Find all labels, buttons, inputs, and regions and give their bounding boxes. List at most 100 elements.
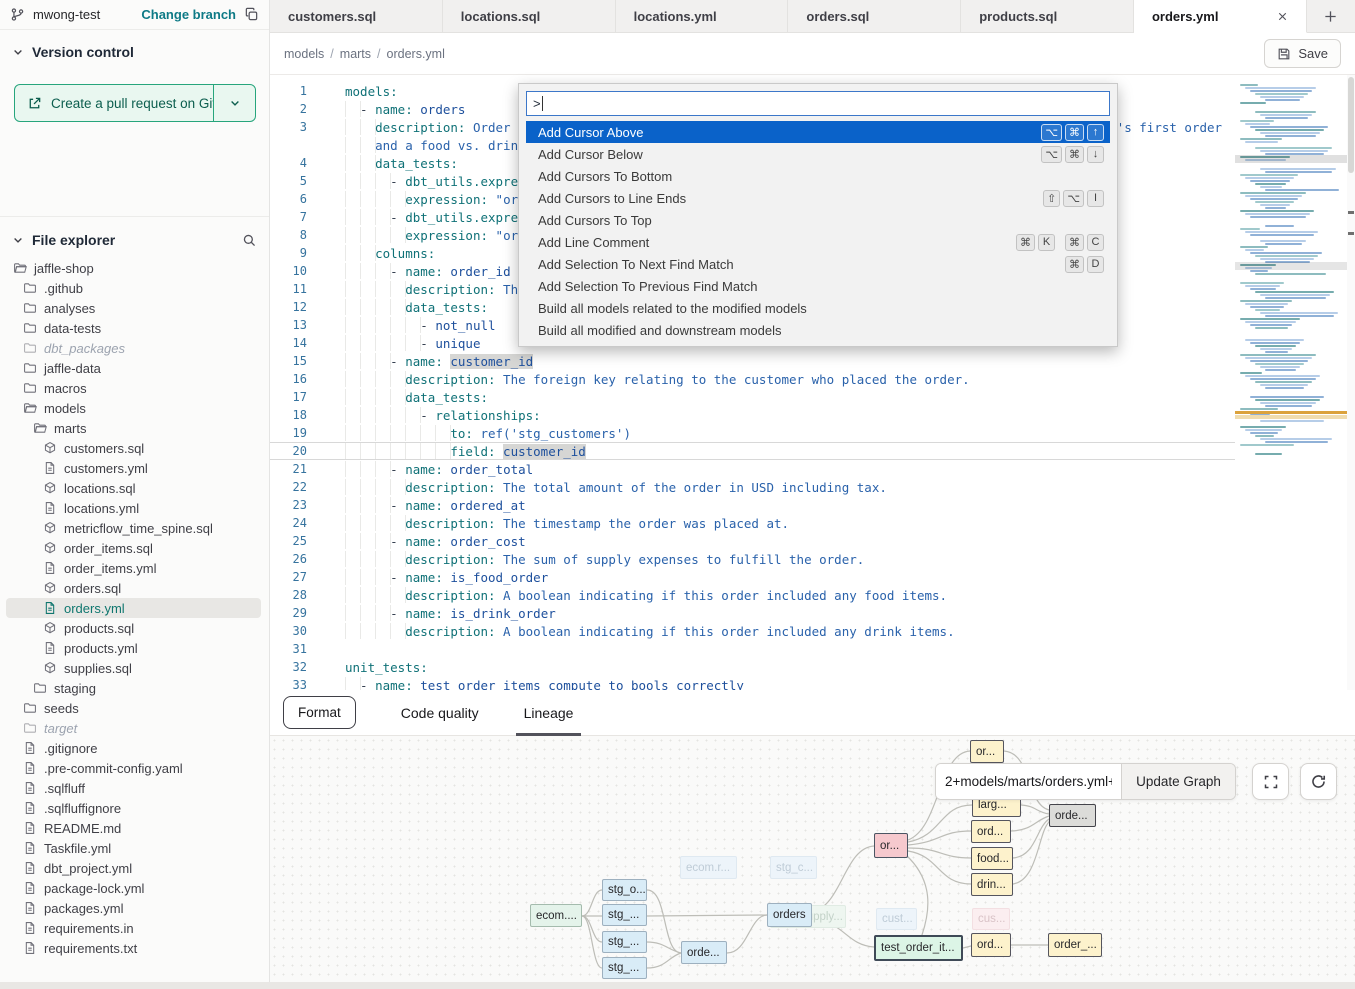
code-line[interactable]: 19 to: ref('stg_customers') (270, 424, 1235, 442)
file-item-data-tests[interactable]: data-tests (0, 318, 269, 338)
new-tab-button[interactable] (1307, 0, 1355, 32)
palette-item-add-cursors-to-line-ends[interactable]: Add Cursors to Line Ends⇧⌥I (526, 187, 1110, 209)
file-item-order-items-yml[interactable]: order_items.yml (0, 558, 269, 578)
file-item-package-lock-yml[interactable]: package-lock.yml (0, 878, 269, 898)
lineage-node-drin-[interactable]: drin... (971, 873, 1013, 896)
lineage-node-stg-[interactable]: stg_... (602, 957, 647, 979)
code-line[interactable]: 27 - name: is_food_order (270, 568, 1235, 586)
palette-item-add-cursors-to-top[interactable]: Add Cursors To Top (526, 209, 1110, 231)
file-item-locations-yml[interactable]: locations.yml (0, 498, 269, 518)
code-line[interactable]: 15 - name: customer_id (270, 352, 1235, 370)
tab-locations-yml[interactable]: locations.yml (616, 0, 789, 33)
code-line[interactable]: 18 - relationships: (270, 406, 1235, 424)
code-line[interactable]: 25 - name: order_cost (270, 532, 1235, 550)
palette-item-add-selection-to-previous-find-match[interactable]: Add Selection To Previous Find Match (526, 275, 1110, 297)
lineage-node-ecom-r-[interactable]: ecom.r... (680, 856, 737, 879)
file-item--gitignore[interactable]: .gitignore (0, 738, 269, 758)
create-pr-button[interactable]: Create a pull request on Git... (14, 84, 256, 122)
palette-item-add-cursor-above[interactable]: Add Cursor Above⌥⌘↑ (526, 121, 1110, 143)
fullscreen-button[interactable] (1252, 763, 1289, 800)
copy-icon[interactable] (244, 7, 259, 22)
lineage-node-food-[interactable]: food... (971, 847, 1013, 870)
file-item-marts[interactable]: marts (0, 418, 269, 438)
update-graph-button[interactable]: Update Graph (1121, 764, 1235, 799)
file-item-metricflow-time-spine-sql[interactable]: metricflow_time_spine.sql (0, 518, 269, 538)
file-item-packages-yml[interactable]: packages.yml (0, 898, 269, 918)
file-item-customers-yml[interactable]: customers.yml (0, 458, 269, 478)
code-line[interactable]: 23 - name: ordered_at (270, 496, 1235, 514)
lineage-node-test-order-it-[interactable]: test_order_it... (874, 935, 963, 961)
lineage-node-ord-[interactable]: ord... (971, 933, 1011, 957)
code-line[interactable]: 32unit_tests: (270, 658, 1235, 676)
code-line[interactable]: 31 (270, 640, 1235, 658)
graph-selector-input[interactable] (936, 764, 1121, 799)
lineage-node-order-[interactable]: order_... (1048, 933, 1102, 957)
file-item-products-yml[interactable]: products.yml (0, 638, 269, 658)
code-line[interactable]: 26 description: The sum of supply expens… (270, 550, 1235, 568)
file-item-analyses[interactable]: analyses (0, 298, 269, 318)
editor-scrollbar[interactable] (1347, 75, 1355, 690)
version-control-header[interactable]: Version control (0, 30, 269, 70)
file-item-products-sql[interactable]: products.sql (0, 618, 269, 638)
file-item-dbt-packages[interactable]: dbt_packages (0, 338, 269, 358)
code-line[interactable]: 17 data_tests: (270, 388, 1235, 406)
tab-orders-yml[interactable]: orders.yml (1134, 0, 1307, 33)
lineage-node-stg-[interactable]: stg_... (602, 931, 647, 953)
palette-item-build-all-modified-and-downstream-models[interactable]: Build all modified and downstream models (526, 319, 1110, 341)
tab-locations-sql[interactable]: locations.sql (443, 0, 616, 33)
tab-products-sql[interactable]: products.sql (961, 0, 1134, 33)
file-item-jaffle-shop[interactable]: jaffle-shop (0, 258, 269, 278)
code-line[interactable]: 30 description: A boolean indicating if … (270, 622, 1235, 640)
lineage-node-orders[interactable]: orders (767, 903, 812, 927)
file-item-supplies-sql[interactable]: supplies.sql (0, 658, 269, 678)
lineage-graph[interactable]: ecom.r...stg_c...test_supply...cust...cu… (270, 736, 1355, 982)
lineage-node-stg-[interactable]: stg_... (602, 904, 647, 926)
file-item-jaffle-data[interactable]: jaffle-data (0, 358, 269, 378)
palette-item-add-line-comment[interactable]: Add Line Comment⌘K⌘C (526, 231, 1110, 253)
file-item-taskfile-yml[interactable]: Taskfile.yml (0, 838, 269, 858)
file-item-staging[interactable]: staging (0, 678, 269, 698)
lineage-node-ord-[interactable]: ord... (971, 820, 1011, 843)
lineage-node-stg-o-[interactable]: stg_o... (602, 879, 647, 901)
code-line[interactable]: 21 - name: order_total (270, 460, 1235, 478)
palette-item-add-selection-to-next-find-match[interactable]: Add Selection To Next Find Match⌘D (526, 253, 1110, 275)
file-item-seeds[interactable]: seeds (0, 698, 269, 718)
close-icon[interactable] (1274, 7, 1292, 25)
file-item-orders-yml[interactable]: orders.yml (0, 598, 269, 618)
file-item-readme-md[interactable]: README.md (0, 818, 269, 838)
lineage-node-orde-[interactable]: orde... (681, 941, 727, 964)
command-palette-input[interactable]: > (526, 91, 1110, 116)
code-line-current[interactable]: 20 field: customer_id (270, 442, 1235, 460)
code-line[interactable]: 33 - name: test_order_items_compute_to_b… (270, 676, 1235, 690)
code-line[interactable]: 29 - name: is_drink_order (270, 604, 1235, 622)
file-item--github[interactable]: .github (0, 278, 269, 298)
lineage-node-or-[interactable]: or... (970, 740, 1004, 763)
code-line[interactable]: 24 description: The timestamp the order … (270, 514, 1235, 532)
file-item--sqlfluff[interactable]: .sqlfluff (0, 778, 269, 798)
tab-orders-sql[interactable]: orders.sql (788, 0, 961, 33)
code-line[interactable]: 28 description: A boolean indicating if … (270, 586, 1235, 604)
file-item-target[interactable]: target (0, 718, 269, 738)
refresh-button[interactable] (1300, 763, 1337, 800)
format-button[interactable]: Format (283, 696, 356, 729)
file-item--pre-commit-config-yaml[interactable]: .pre-commit-config.yaml (0, 758, 269, 778)
lineage-node-ecom-[interactable]: ecom.... (530, 904, 582, 927)
save-button[interactable]: Save (1264, 39, 1341, 68)
minimap[interactable] (1235, 75, 1347, 690)
file-item-orders-sql[interactable]: orders.sql (0, 578, 269, 598)
file-item--sqlfluffignore[interactable]: .sqlfluffignore (0, 798, 269, 818)
search-icon[interactable] (242, 233, 257, 248)
file-item-customers-sql[interactable]: customers.sql (0, 438, 269, 458)
file-explorer-header[interactable]: File explorer (0, 218, 269, 258)
lineage-node-cus-[interactable]: cus... (972, 908, 1010, 930)
change-branch-link[interactable]: Change branch (141, 7, 236, 22)
lineage-node-stg-c-[interactable]: stg_c... (770, 856, 817, 879)
palette-item-add-cursors-to-bottom[interactable]: Add Cursors To Bottom (526, 165, 1110, 187)
file-item-order-items-sql[interactable]: order_items.sql (0, 538, 269, 558)
file-item-locations-sql[interactable]: locations.sql (0, 478, 269, 498)
file-item-requirements-txt[interactable]: requirements.txt (0, 938, 269, 958)
lineage-node-orde-[interactable]: orde... (1049, 804, 1096, 827)
tab-customers-sql[interactable]: customers.sql (270, 0, 443, 33)
file-item-models[interactable]: models (0, 398, 269, 418)
code-line[interactable]: 16 description: The foreign key relating… (270, 370, 1235, 388)
